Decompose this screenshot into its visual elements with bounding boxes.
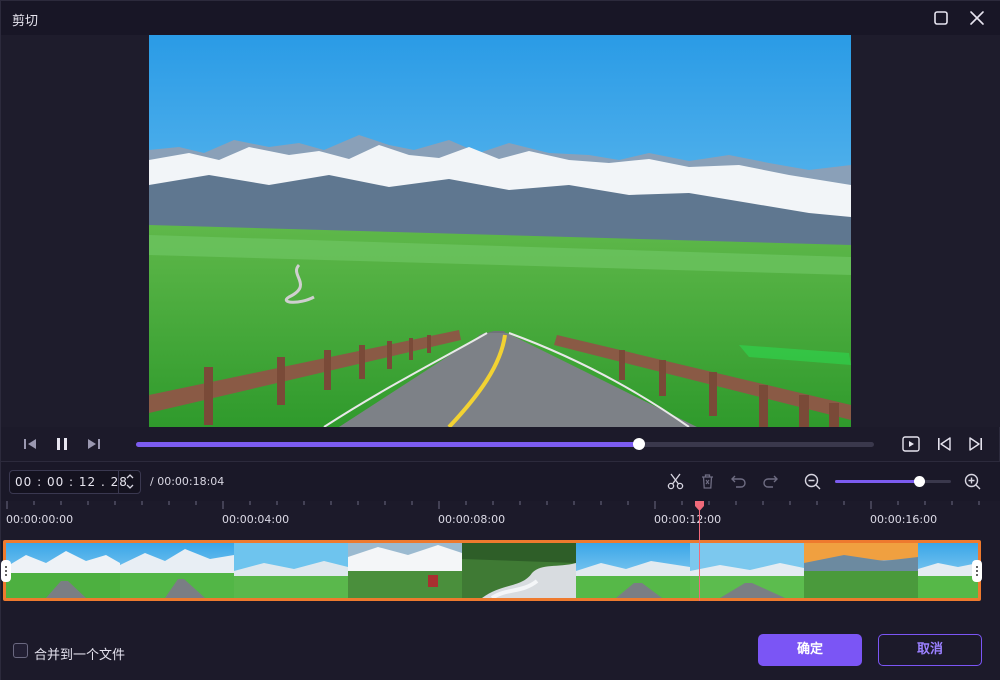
tick-label: 00:00:12:00 bbox=[654, 513, 722, 526]
playback-progress-fill bbox=[136, 442, 640, 447]
step-forward-icon[interactable] bbox=[85, 435, 103, 453]
jump-to-start-icon[interactable] bbox=[935, 435, 953, 453]
total-duration: / 00:00:18:04 bbox=[150, 475, 225, 488]
time-stepper bbox=[118, 471, 140, 493]
tick-label: 00:00:04:00 bbox=[222, 513, 290, 526]
cancel-button[interactable]: 取消 bbox=[878, 634, 982, 666]
playback-progress-bar[interactable] bbox=[136, 438, 874, 450]
zoom-slider-fill bbox=[835, 480, 919, 483]
step-back-icon[interactable] bbox=[21, 435, 39, 453]
thumbnail bbox=[918, 543, 978, 598]
thumbnail bbox=[804, 543, 918, 598]
thumbnail bbox=[576, 543, 690, 598]
playhead-marker-icon[interactable] bbox=[695, 501, 704, 511]
thumbnail bbox=[234, 543, 348, 598]
undo-icon[interactable] bbox=[729, 472, 748, 491]
zoom-slider-knob[interactable] bbox=[913, 476, 925, 487]
tick-label: 00:00:16:00 bbox=[870, 513, 938, 526]
trim-start-handle[interactable] bbox=[1, 560, 11, 582]
ruler-ticks bbox=[6, 501, 980, 509]
thumbnail bbox=[120, 543, 234, 598]
zoom-out-icon[interactable] bbox=[803, 472, 822, 491]
time-input[interactable]: 00 : 00 : 12 . 28 bbox=[9, 470, 141, 494]
merge-checkbox-label[interactable]: 合并到一个文件 bbox=[34, 644, 125, 663]
tick-label: 00:00:00:00 bbox=[6, 513, 74, 526]
thumbnail bbox=[690, 543, 804, 598]
time-step-down-icon[interactable] bbox=[119, 482, 140, 493]
zoom-slider[interactable] bbox=[835, 476, 951, 487]
thumbnail bbox=[348, 543, 462, 598]
video-preview bbox=[149, 35, 851, 427]
clip-thumbnail-strip[interactable] bbox=[3, 540, 981, 601]
close-icon[interactable] bbox=[967, 8, 987, 28]
pause-icon[interactable] bbox=[53, 435, 71, 453]
tick-label: 00:00:08:00 bbox=[438, 513, 506, 526]
title-bar: 剪切 bbox=[1, 1, 1000, 35]
window-title: 剪切 bbox=[12, 14, 39, 29]
playhead[interactable] bbox=[699, 501, 700, 601]
timeline[interactable]: 00:00:00:00 00:00:04:00 00:00:08:00 00:0… bbox=[1, 501, 1000, 616]
edit-toolbar: 00 : 00 : 12 . 28 / 00:00:18:04 bbox=[1, 461, 1000, 501]
preview-area bbox=[1, 35, 1000, 427]
thumbnail bbox=[6, 543, 120, 598]
confirm-button[interactable]: 确定 bbox=[758, 634, 862, 666]
trim-end-handle[interactable] bbox=[972, 560, 982, 582]
time-input-value[interactable]: 00 : 00 : 12 . 28 bbox=[15, 475, 128, 489]
thumbnail bbox=[462, 543, 576, 598]
zoom-in-icon[interactable] bbox=[963, 472, 982, 491]
delete-icon[interactable] bbox=[698, 472, 717, 491]
trim-dialog: 剪切 00: 00: 12 . 28 / 00:00:18:04 00:00… bbox=[0, 0, 1000, 680]
time-step-up-icon[interactable] bbox=[119, 471, 140, 482]
maximize-icon[interactable] bbox=[931, 8, 951, 28]
scissors-icon[interactable] bbox=[666, 472, 685, 491]
play-preview-icon[interactable] bbox=[902, 435, 920, 453]
merge-checkbox[interactable] bbox=[13, 643, 28, 658]
time-ruler: 00:00:00:00 00:00:04:00 00:00:08:00 00:0… bbox=[1, 501, 1000, 537]
jump-to-end-icon[interactable] bbox=[967, 435, 985, 453]
redo-icon[interactable] bbox=[761, 472, 780, 491]
dialog-footer: 合并到一个文件 确定 取消 bbox=[1, 616, 1000, 680]
